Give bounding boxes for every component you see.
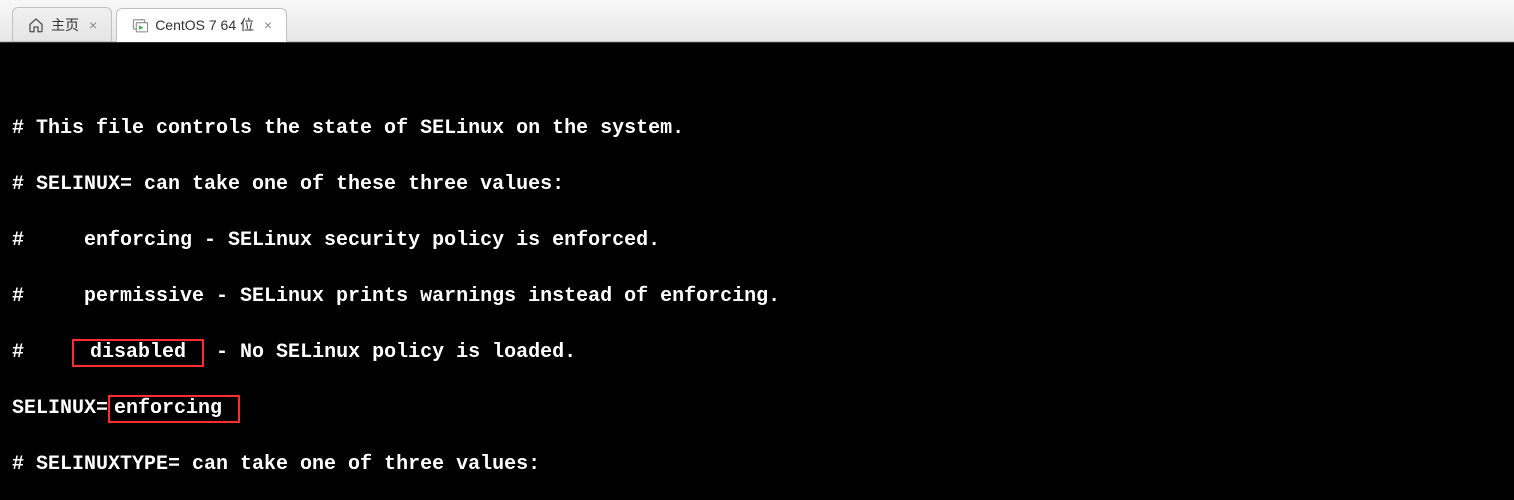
text-prefix: # [12, 341, 72, 364]
tab-bar: 主页 × CentOS 7 64 位 × [0, 0, 1514, 42]
terminal-line: # enforcing - SELinux security policy is… [12, 227, 1502, 255]
tab-vm-label: CentOS 7 64 位 [155, 15, 254, 35]
vm-window-icon [131, 16, 149, 34]
close-icon[interactable]: × [264, 18, 272, 32]
terminal-line: # permissive - SELinux prints warnings i… [12, 283, 1502, 311]
text-suffix: - No SELinux policy is loaded. [204, 341, 576, 364]
terminal-output[interactable]: # This file controls the state of SELinu… [0, 42, 1514, 500]
highlight-enforcing: enforcing [108, 395, 240, 423]
terminal-line: # SELINUX= can take one of these three v… [12, 171, 1502, 199]
terminal-line: # This file controls the state of SELinu… [12, 115, 1502, 143]
terminal-line: # SELINUXTYPE= can take one of three val… [12, 451, 1502, 479]
terminal-line: SELINUX=enforcing [12, 395, 1502, 423]
tab-home[interactable]: 主页 × [12, 7, 112, 41]
tab-home-label: 主页 [51, 15, 79, 35]
tab-vm-centos[interactable]: CentOS 7 64 位 × [116, 8, 287, 42]
text-prefix: SELINUX= [12, 397, 108, 420]
highlight-disabled: disabled [72, 339, 204, 367]
close-icon[interactable]: × [89, 18, 97, 32]
home-icon [27, 16, 45, 34]
terminal-line: # disabled - No SELinux policy is loaded… [12, 339, 1502, 367]
